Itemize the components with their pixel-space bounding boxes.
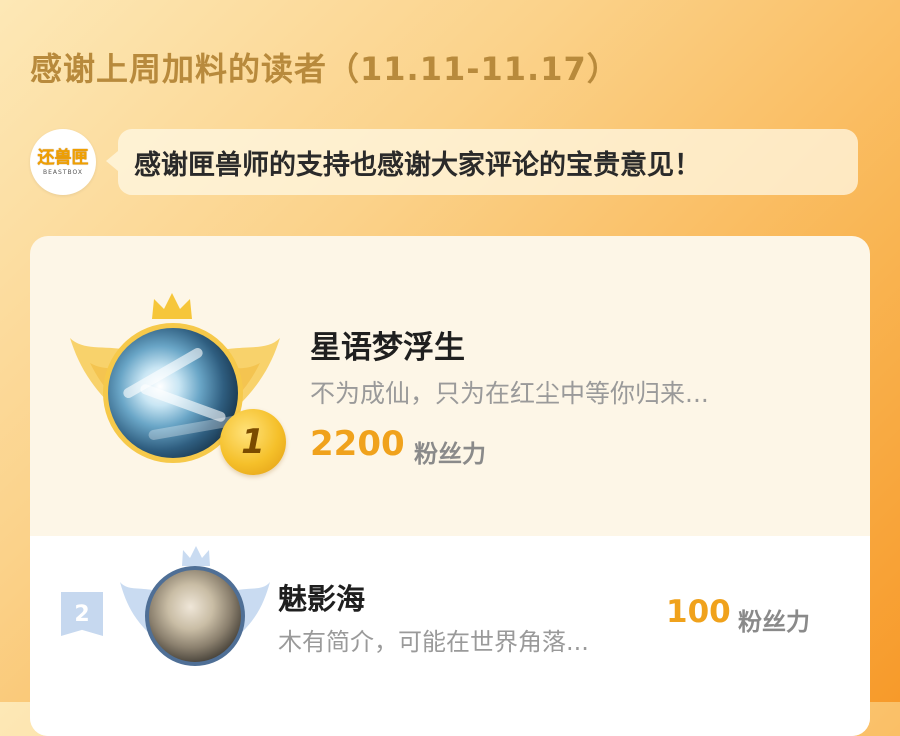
- avatar[interactable]: [145, 566, 245, 666]
- silver-crown-icon: [182, 546, 210, 566]
- fan-power-score: 100: [666, 594, 731, 630]
- author-logo-subtext: BEASTBOX: [43, 168, 83, 176]
- rank-2-badge: 2: [61, 592, 103, 636]
- author-avatar[interactable]: 还兽匣 BEASTBOX: [30, 129, 96, 195]
- supporter-bio: 不为成仙，只为在红尘中等你归来...: [310, 379, 709, 408]
- page-title: 感谢上周加料的读者（11.11-11.17）: [30, 50, 620, 88]
- fan-power-score: 2200: [310, 424, 405, 464]
- author-message-bubble: 感谢匣兽师的支持也感谢大家评论的宝贵意见！: [106, 129, 858, 195]
- supporter-ranking-card: 1 星语梦浮生 不为成仙，只为在红尘中等你归来... 2200 粉丝力 2 魅影…: [30, 236, 870, 736]
- rank2-avatar-frame: [120, 544, 270, 684]
- rank-1-medal: 1: [220, 409, 286, 475]
- fan-power-unit: 粉丝力: [738, 608, 810, 636]
- supporter-bio: 木有简介，可能在世界角落...: [278, 628, 589, 656]
- supporter-name[interactable]: 星语梦浮生: [310, 322, 465, 367]
- supporter-name[interactable]: 魅影海: [278, 576, 365, 618]
- fan-power-unit: 粉丝力: [414, 440, 486, 468]
- gold-crown-icon: [152, 293, 192, 319]
- rank1-avatar-frame: 1: [70, 291, 286, 481]
- author-logo-text: 还兽匣: [37, 147, 89, 168]
